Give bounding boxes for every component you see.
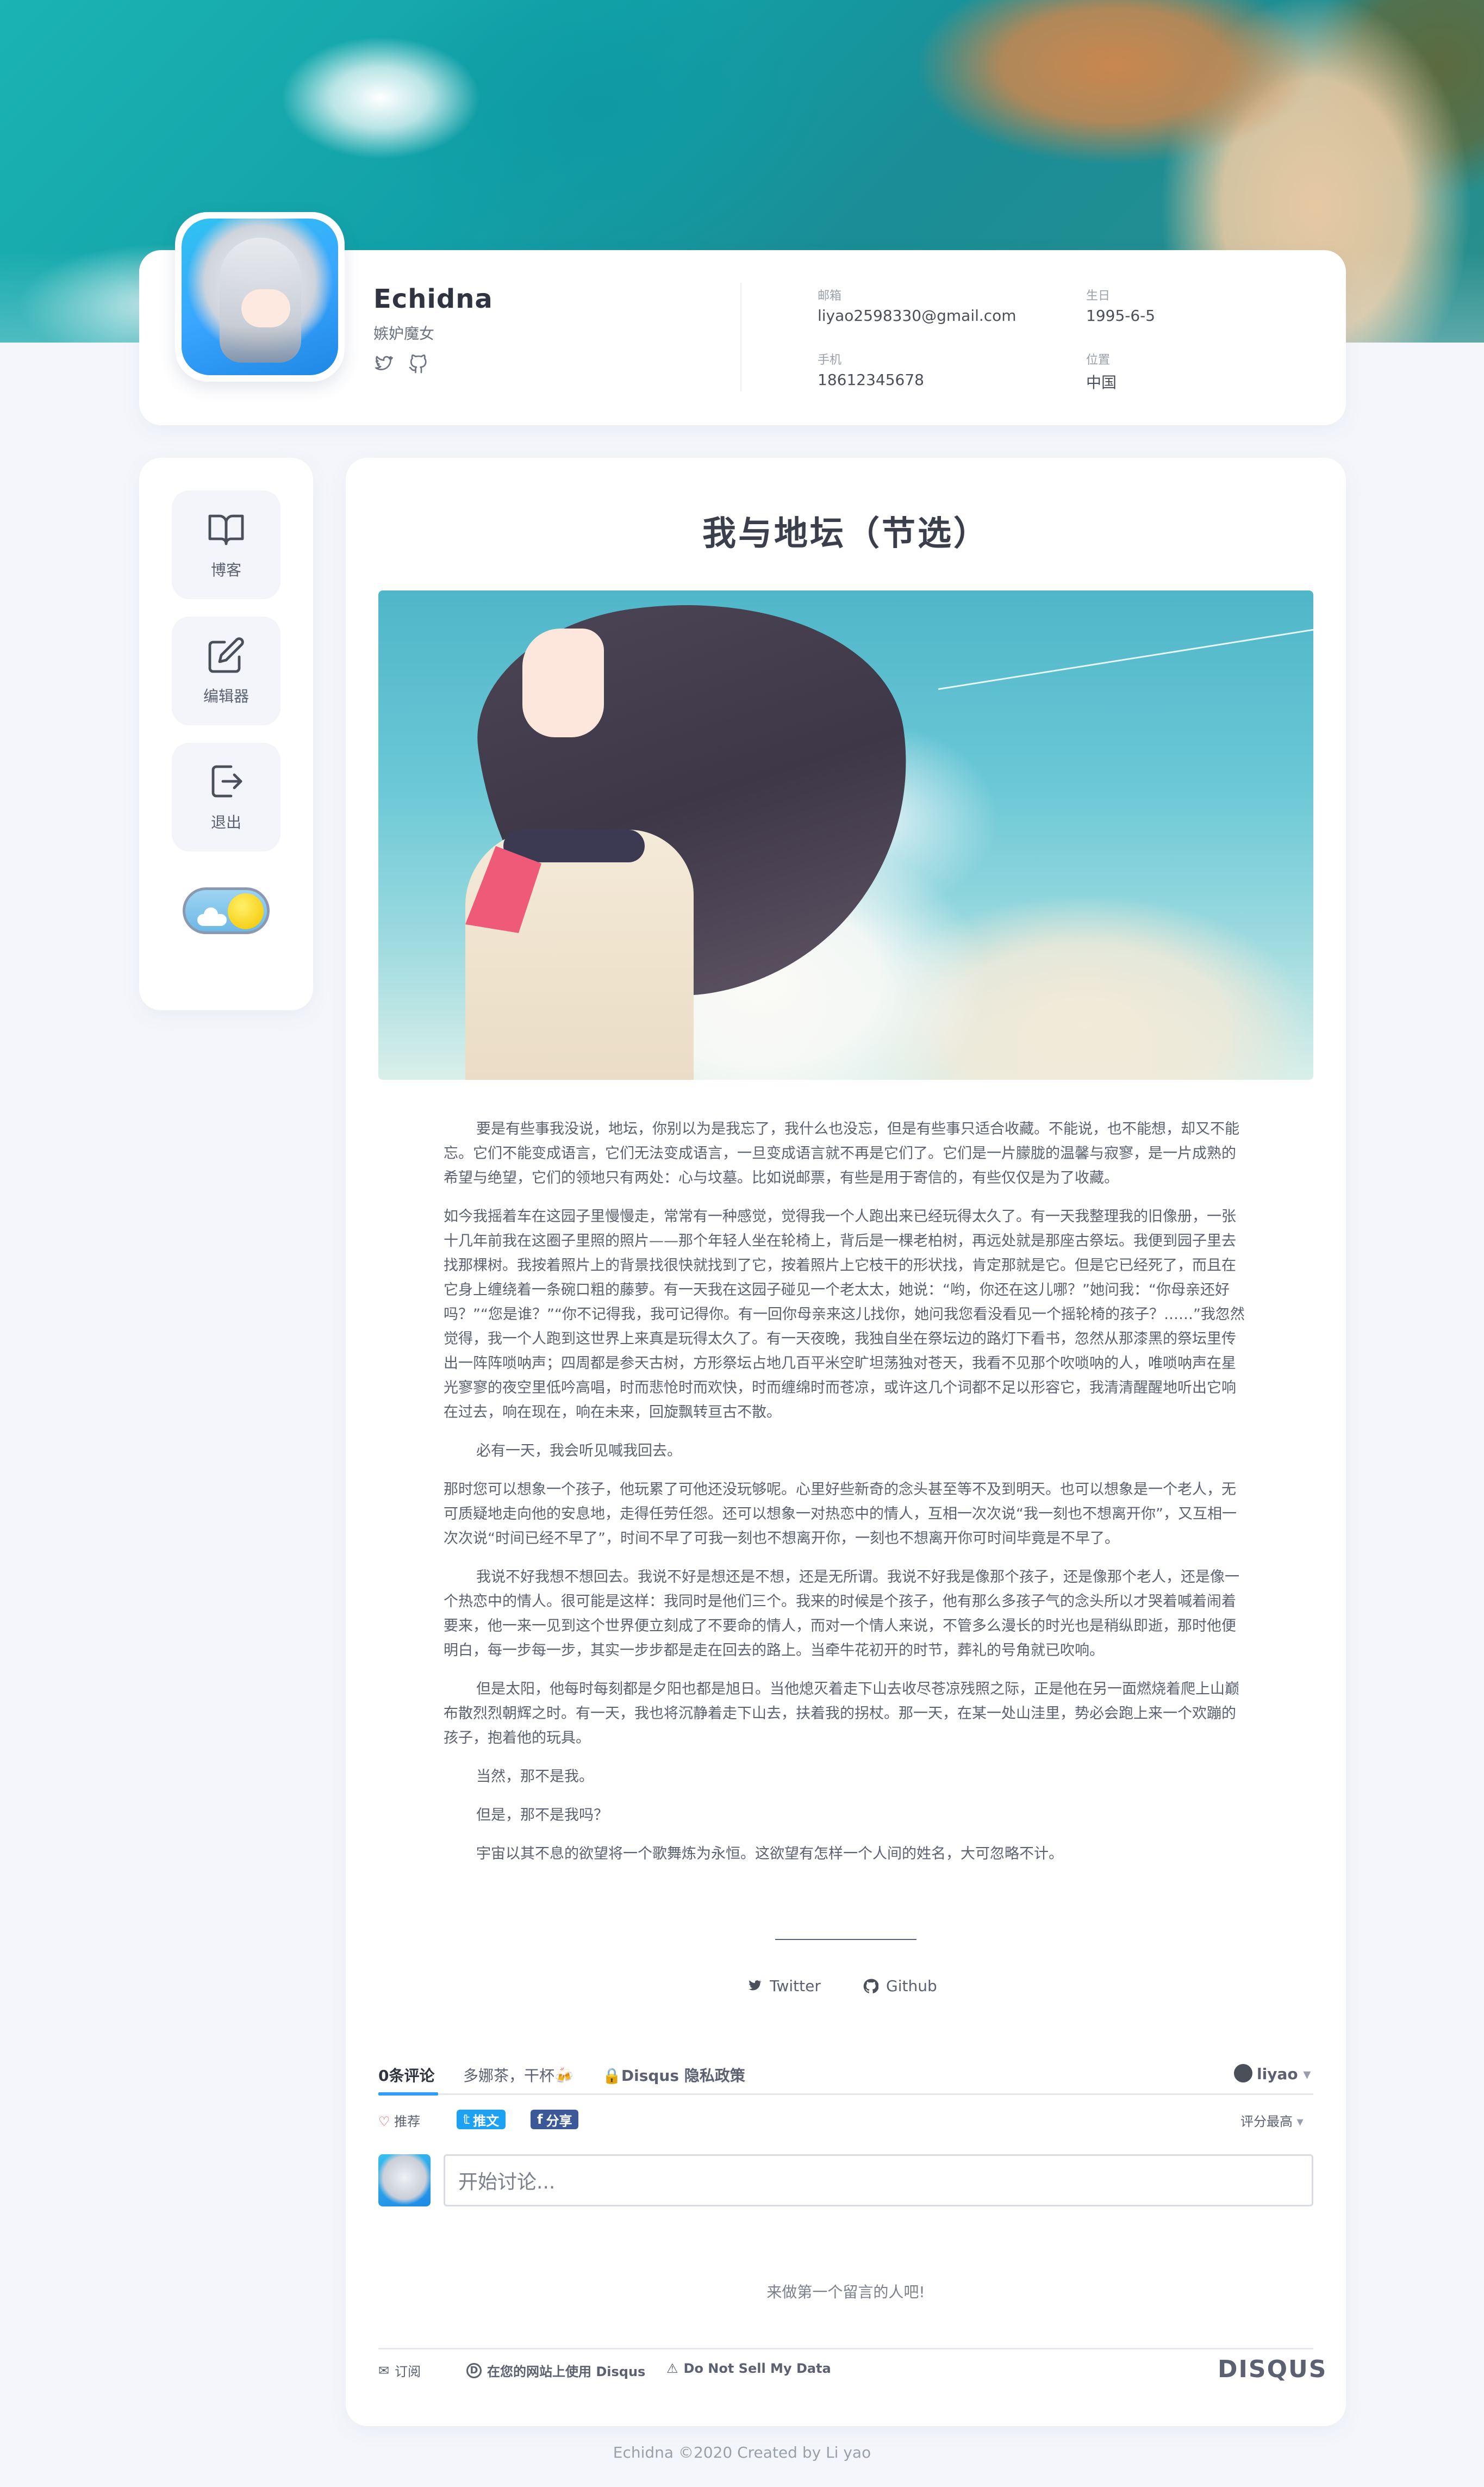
sidebar-item-label: 编辑器: [203, 687, 249, 705]
disqus-tweet-button[interactable]: 𝕥 推文: [457, 2110, 506, 2129]
edit-icon: [208, 637, 244, 673]
cloud-icon: [197, 907, 227, 926]
twitter-icon: [749, 1980, 762, 1990]
share-twitter-label: Twitter: [770, 1977, 821, 1995]
disqus-tab-divider: [378, 2093, 1313, 2095]
email-value: liyao2598330@gmail.com: [818, 307, 1017, 325]
article-paragraph: 但是太阳，他每时每刻都是夕阳也都是旭日。当他熄灭着走下山去收尽苍凉残照之际，正是…: [444, 1681, 1239, 1746]
disqus-dnsmd-label: Do Not Sell My Data: [683, 2361, 831, 2376]
article-paragraph: 那时您可以想象一个孩子，他玩累了可他还没玩够呢。心里好些新奇的念头甚至等不及到明…: [444, 1481, 1237, 1547]
article-body: 要是有些事我没说，地坛，你别以为是我忘了，我什么也没忘，但是有些事只适合收藏。不…: [444, 1117, 1246, 1880]
article-paragraph: 要是有些事我没说，地坛，你别以为是我忘了，我什么也没忘，但是有些事只适合收藏。不…: [444, 1121, 1239, 1186]
sun-icon: [228, 893, 264, 929]
chevron-down-icon: ▾: [1298, 2065, 1311, 2083]
profile-name: Echidna: [373, 284, 493, 314]
github-icon: [863, 1979, 878, 1993]
mail-icon: ✉: [378, 2362, 390, 2378]
profile-avatar: [175, 212, 345, 382]
disqus-privacy-label: Disqus 隐私政策: [621, 2067, 745, 2085]
disqus-d-icon: D: [466, 2362, 482, 2378]
github-icon[interactable]: [408, 355, 428, 374]
article-paragraph: 如今我摇着车在这园子里慢慢走，常常有一种感觉，觉得我一个人跑出来已经玩得太久了。…: [444, 1208, 1245, 1421]
article-paragraph: 宇宙以其不息的欲望将一个歌舞炼为永恒。这欲望有怎样一个人间的姓名，大可忽略不计。: [476, 1845, 1063, 1862]
disqus-subscribe-label: 订阅: [395, 2364, 421, 2379]
article-divider: [775, 1939, 916, 1940]
article-title: 我与地坛（节选）: [702, 513, 989, 553]
disqus-user-avatar: [378, 2154, 431, 2206]
disqus-empty-message: 来做第一个留言的人吧!: [766, 2283, 925, 2301]
location-value: 中国: [1086, 374, 1117, 391]
disqus-tab-community[interactable]: 多娜茶，干杯🍻: [463, 2064, 573, 2086]
profile-divider: [740, 283, 741, 391]
article-paragraph: 必有一天，我会听见喊我回去。: [476, 1443, 682, 1459]
disqus-user-menu[interactable]: liyao ▾: [1234, 2064, 1311, 2083]
logout-icon: [211, 765, 242, 798]
chevron-down-icon: ▾: [1293, 2114, 1304, 2129]
sidebar-item-label: 博客: [210, 561, 241, 579]
twitter-icon[interactable]: [373, 355, 393, 374]
disqus-sort-dropdown[interactable]: 评分最高 ▾: [1240, 2111, 1304, 2130]
article-paragraph: 我说不好我想不想回去。我说不好是想还是不想，还是无所谓。我说不好我是像那个孩子，…: [444, 1569, 1239, 1659]
profile-social-links: [373, 355, 428, 374]
sidebar-item-editor[interactable]: 编辑器: [172, 617, 280, 725]
profile-subtitle: 嫉妒魔女: [373, 325, 435, 343]
article-paragraph: 但是，那不是我吗？: [476, 1807, 608, 1824]
disqus-username: liyao: [1257, 2065, 1298, 2083]
twitter-icon: 𝕥: [463, 2112, 470, 2127]
email-label: 邮箱: [818, 289, 842, 303]
sidebar-item-label: 退出: [210, 813, 241, 831]
share-github-link[interactable]: Github: [863, 1977, 937, 1995]
phone-label: 手机: [818, 353, 842, 367]
disqus-subscribe-link[interactable]: ✉ 订阅: [378, 2361, 421, 2380]
location-label: 位置: [1086, 353, 1111, 367]
disqus-recommend-button[interactable]: ♡ 推荐: [378, 2111, 420, 2130]
theme-toggle[interactable]: [183, 887, 270, 934]
book-icon: [208, 514, 244, 545]
facebook-icon: f: [537, 2112, 543, 2127]
disqus-tweet-label: 推文: [473, 2113, 500, 2129]
disqus-sort-label: 评分最高: [1240, 2114, 1293, 2129]
disqus-add-to-site-link[interactable]: D 在您的网站上使用 Disqus: [466, 2361, 645, 2380]
warning-icon: ⚠: [666, 2361, 678, 2376]
disqus-recommend-label: 推荐: [394, 2114, 421, 2129]
chat-bubble-icon: [1234, 2064, 1252, 2082]
share-github-label: Github: [886, 1977, 937, 1995]
birthday-label: 生日: [1086, 289, 1111, 303]
disqus-tab-comments[interactable]: 0条评论: [378, 2064, 434, 2086]
disqus-share-button[interactable]: f 分享: [531, 2110, 579, 2129]
lock-icon: 🔒: [602, 2067, 621, 2085]
site-footer: Echidna ©2020 Created by Li yao: [613, 2444, 871, 2461]
disqus-dnsmd-link[interactable]: ⚠ Do Not Sell My Data: [666, 2361, 831, 2376]
share-twitter-link[interactable]: Twitter: [747, 1977, 821, 1995]
sidebar-item-blog[interactable]: 博客: [172, 490, 280, 599]
heart-icon: ♡: [378, 2114, 390, 2129]
disqus-share-label: 分享: [546, 2113, 572, 2129]
avatar-image: [182, 219, 338, 375]
disqus-active-tab-indicator: [378, 2092, 438, 2096]
disqus-footer-divider: [378, 2348, 1313, 2349]
phone-value: 18612345678: [818, 371, 924, 389]
disqus-tab-privacy[interactable]: 🔒Disqus 隐私政策: [602, 2064, 745, 2086]
disqus-comment-input[interactable]: 开始讨论...: [444, 2154, 1313, 2206]
disqus-logo[interactable]: DISQUS: [1218, 2355, 1327, 2383]
article-cover-image: [378, 590, 1313, 1080]
article-paragraph: 当然，那不是我。: [476, 1768, 594, 1785]
sidebar-item-logout[interactable]: 退出: [172, 743, 280, 851]
birthday-value: 1995-6-5: [1086, 307, 1156, 325]
disqus-add-to-site-label: 在您的网站上使用 Disqus: [487, 2364, 646, 2379]
